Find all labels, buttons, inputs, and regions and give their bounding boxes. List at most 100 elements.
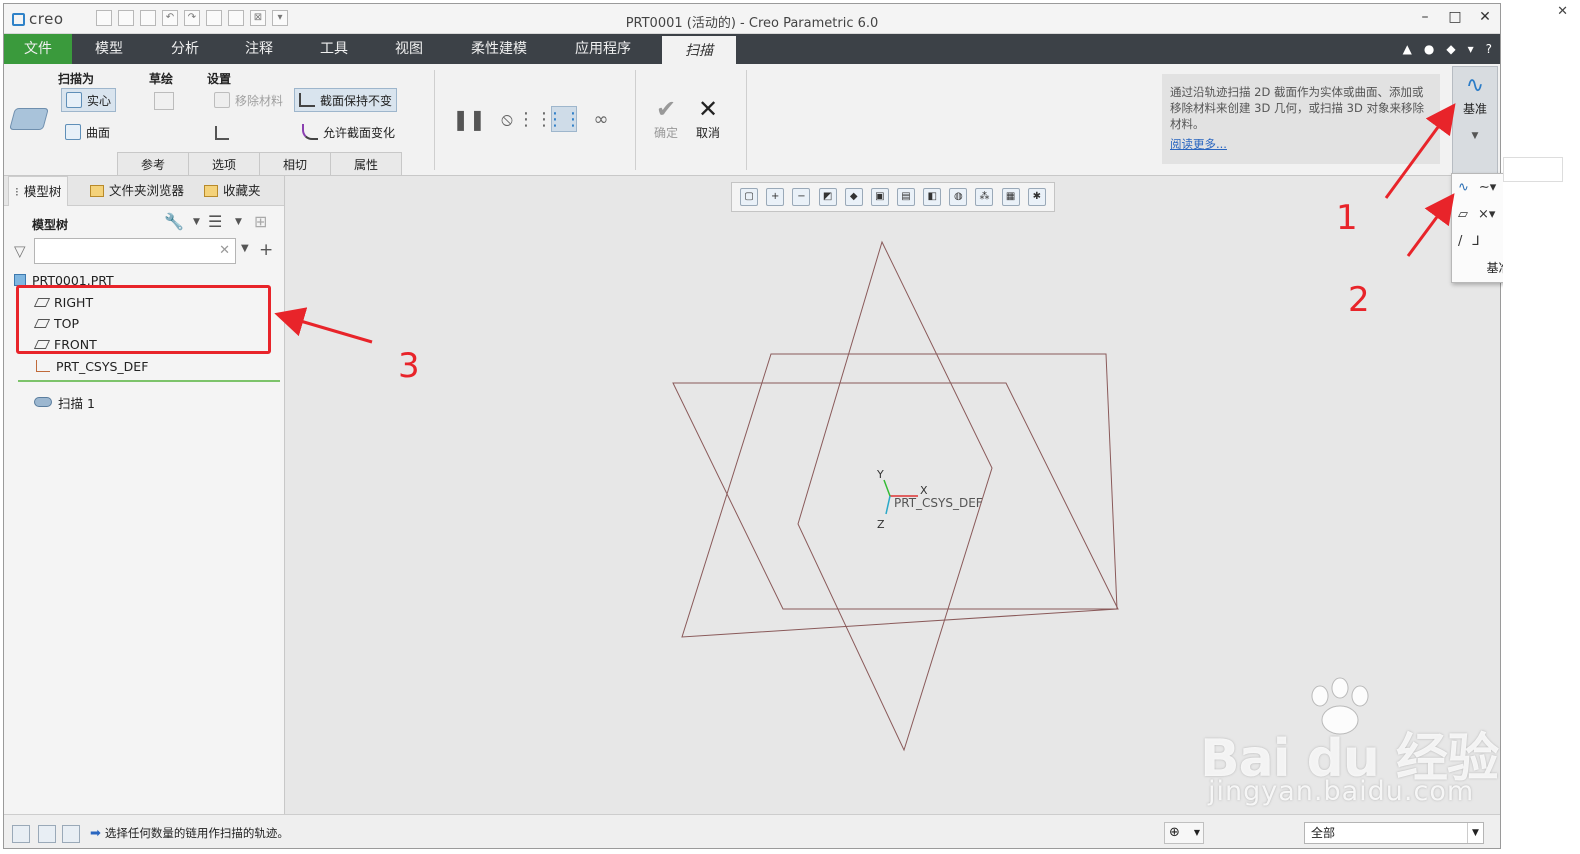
variable-section-label: 允许截面变化 (323, 125, 396, 140)
tab-flexible-modeling[interactable]: 柔性建模 (456, 34, 542, 64)
status-message: ➡ 选择任何数量的链用作扫描的轨迹。 (90, 825, 289, 841)
description-text: 通过沿轨迹扫描 2D 截面作为实体或曲面、添加或移除材料来创建 3D 几何，或扫… (1170, 85, 1424, 131)
filter-funnel-icon: ▽ (14, 242, 26, 260)
cancel-label: 取消 (696, 126, 721, 140)
menu-right-icons: ▲ ● ◆ ▾ ? (1403, 42, 1492, 56)
search-options-dropdown-icon[interactable]: ▼ (241, 243, 249, 254)
selection-filter-select[interactable]: 全部 ▼ (1304, 822, 1484, 844)
tree-settings-icon[interactable]: 🔧 (164, 212, 184, 231)
ribbon-separator-3 (746, 70, 747, 170)
live-preview-icon[interactable]: ⋮⋮ (546, 106, 582, 132)
cancel-x-icon: ✕ (697, 95, 719, 123)
favorites-icon (204, 185, 218, 197)
surface-label: 曲面 (86, 125, 111, 140)
coordinate-system-icon[interactable]: ⅃ (1472, 234, 1479, 249)
close-button[interactable]: ✕ (1478, 9, 1492, 25)
search-help-icon[interactable]: ● (1424, 42, 1434, 56)
tab-analysis[interactable]: 分析 (152, 34, 218, 64)
more-dropdown-icon[interactable]: ▾ (1468, 42, 1474, 56)
variable-section-icon (302, 124, 318, 140)
tab-folder-browser[interactable]: 文件夹浏览器 (90, 176, 184, 206)
datum-curve-icon: ∿ (1465, 73, 1485, 98)
tree-search-input[interactable]: ✕ (34, 238, 236, 264)
sweep-ribbon: 扫描为 实心 曲面 草绘 设置 移除材料 截面保持不变 允许截面变化 参考 选项 (4, 64, 1500, 176)
settings-label: 设置 (207, 72, 232, 86)
ok-button[interactable]: ✔ 确定 (654, 94, 678, 141)
ok-label: 确定 (654, 126, 679, 140)
point-icon[interactable]: ×▾ (1478, 207, 1495, 222)
datum-button[interactable]: ∿ 基准 ▼ (1452, 66, 1498, 174)
tree-item-sweep[interactable]: 扫描 1 (34, 392, 95, 412)
tree-settings-dropdown-icon[interactable]: ▼ (193, 217, 200, 227)
remove-material-button[interactable]: 移除材料 (210, 88, 287, 112)
find-button[interactable]: ⊕ ▼ (1164, 822, 1204, 844)
remove-material-icon (214, 92, 230, 108)
navigator-toggle-icon[interactable] (12, 825, 30, 843)
tab-sweep[interactable]: 扫描 (662, 34, 736, 64)
tab-references[interactable]: 参考 (117, 152, 189, 176)
tab-view[interactable]: 视图 (376, 34, 442, 64)
minimize-button[interactable]: – (1418, 9, 1432, 25)
attached-preview-icon[interactable]: ⋮⋮ (517, 106, 553, 132)
maximize-button[interactable]: □ (1448, 9, 1462, 25)
annotation-number-1: 1 (1336, 198, 1358, 238)
model-tree-title: 模型树 (32, 218, 69, 232)
feature-description: 通过沿轨迹扫描 2D 截面作为实体或曲面、添加或移除材料来创建 3D 几何，或扫… (1162, 74, 1440, 164)
tree-item-label: PRT_CSYS_DEF (56, 358, 149, 374)
tab-file[interactable]: 文件 (4, 34, 72, 64)
background-close-icon: ✕ (1557, 4, 1568, 19)
tree-filter-icon[interactable]: ⊞ (254, 212, 267, 231)
tab-properties[interactable]: 属性 (330, 152, 402, 176)
flyout-row-3: / ⅃ (1458, 234, 1480, 249)
y-axis-label: Y (876, 468, 884, 481)
thicken-icon[interactable] (215, 126, 229, 140)
community-icon[interactable]: ◆ (1446, 42, 1455, 56)
model-tree-icon: ⁝ (15, 184, 19, 199)
binoculars-icon: ⊕ (1169, 825, 1180, 840)
constant-section-button[interactable]: 截面保持不变 (294, 88, 398, 112)
datum-curve-icon[interactable]: ∿ (1458, 180, 1469, 195)
cancel-button[interactable]: ✕ 取消 (696, 94, 720, 141)
read-more-link[interactable]: 阅读更多... (1170, 136, 1432, 152)
plane-icon[interactable]: ▱ (1458, 207, 1468, 222)
help-icon[interactable]: ? (1486, 42, 1492, 56)
pause-icon[interactable]: ❚❚ (452, 106, 486, 132)
highlight-box (16, 285, 271, 354)
clear-search-icon[interactable]: ✕ (219, 243, 230, 258)
tab-options[interactable]: 选项 (188, 152, 260, 176)
variable-section-button[interactable]: 允许截面变化 (298, 120, 399, 144)
add-item-icon[interactable]: + (259, 240, 273, 260)
browser-toggle-icon[interactable] (38, 825, 56, 843)
tab-model-tree[interactable]: ⁝ 模型树 (8, 176, 69, 206)
window-title: PRT0001 (活动的) - Creo Parametric 6.0 (625, 16, 879, 31)
sketch-icon[interactable] (154, 92, 174, 110)
collapse-ribbon-icon[interactable]: ▲ (1403, 42, 1412, 56)
tab-folder-browser-label: 文件夹浏览器 (109, 183, 185, 198)
annotation-number-3: 3 (398, 346, 420, 386)
solid-icon (66, 92, 82, 108)
solid-button[interactable]: 实心 (61, 88, 117, 112)
sketched-curve-icon[interactable]: ∼▾ (1479, 180, 1496, 195)
full-screen-icon[interactable] (62, 825, 80, 843)
tab-model[interactable]: 模型 (76, 34, 142, 64)
axis-icon[interactable]: / (1458, 234, 1462, 249)
tree-item-csys[interactable]: PRT_CSYS_DEF (36, 356, 148, 376)
y-axis (883, 479, 891, 497)
status-message-text: 选择任何数量的链用作扫描的轨迹。 (104, 826, 289, 840)
tab-favorites[interactable]: 收藏夹 (204, 176, 261, 206)
constant-section-icon (299, 93, 315, 107)
tab-tools[interactable]: 工具 (301, 34, 367, 64)
title-bar: creo ↶ ↷ ⊠ ▾ PRT0001 (活动的) - Creo Parame… (4, 4, 1500, 34)
baidu-watermark: Bai du 经验 jingyan.baidu.com (1200, 676, 1500, 816)
verify-mode-icon[interactable]: ∞ (584, 106, 618, 132)
tab-tangency[interactable]: 相切 (259, 152, 331, 176)
status-bar: ➡ 选择任何数量的链用作扫描的轨迹。 ⊕ ▼ 全部 ▼ (4, 814, 1500, 848)
surface-button[interactable]: 曲面 (61, 120, 114, 144)
tab-applications[interactable]: 应用程序 (560, 34, 646, 64)
show-dropdown-icon[interactable]: ▼ (235, 217, 242, 227)
message-arrow-icon: ➡ (90, 825, 101, 841)
tree-item-label: 扫描 1 (58, 395, 95, 411)
tab-annotate[interactable]: 注释 (226, 34, 292, 64)
datum-dropdown-icon[interactable]: ▼ (1453, 131, 1497, 141)
show-icon[interactable]: ☰ (208, 212, 222, 231)
